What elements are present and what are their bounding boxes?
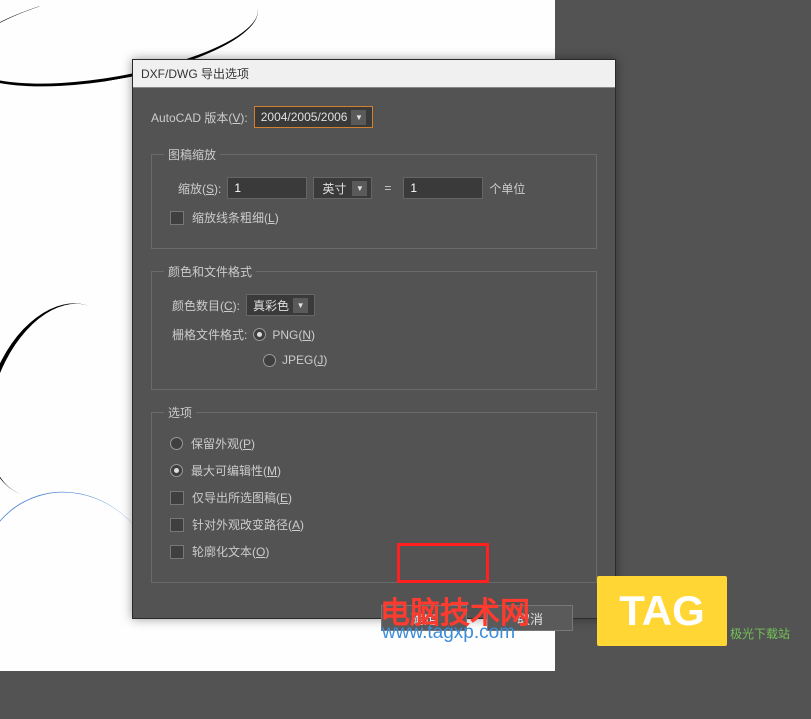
version-dropdown[interactable]: 2004/2005/2006 ▼ [254, 106, 374, 128]
edit-radio[interactable] [170, 464, 183, 477]
version-label: AutoCAD 版本(V): [151, 109, 248, 126]
outline-checkbox[interactable] [170, 545, 184, 559]
lineweight-label: 缩放线条粗细(L) [192, 209, 279, 226]
preserve-label: 保留外观(P) [191, 435, 255, 452]
selected-checkbox[interactable] [170, 491, 184, 505]
colors-value: 真彩色 [253, 297, 289, 314]
colors-dropdown[interactable]: 真彩色 ▼ [246, 294, 315, 316]
edit-label: 最大可编辑性(M) [191, 462, 281, 479]
preserve-radio[interactable] [170, 437, 183, 450]
chevron-down-icon: ▼ [293, 298, 308, 313]
scale-input[interactable] [227, 177, 307, 199]
color-legend: 颜色和文件格式 [164, 263, 256, 280]
options-group: 选项 保留外观(P) 最大可编辑性(M) 仅导出所选图稿(E) [151, 404, 597, 583]
alter-label: 针对外观改变路径(A) [192, 516, 304, 533]
version-value: 2004/2005/2006 [261, 110, 348, 124]
jpeg-radio[interactable] [263, 354, 276, 367]
lineweight-checkbox[interactable] [170, 211, 184, 225]
export-dialog: DXF/DWG 导出选项 AutoCAD 版本(V): 2004/2005/20… [132, 59, 616, 619]
scale-legend: 图稿缩放 [164, 146, 220, 163]
options-legend: 选项 [164, 404, 196, 421]
watermark-sub: 极光下载站 [730, 625, 790, 642]
ratio-input[interactable] [403, 177, 483, 199]
dialog-titlebar[interactable]: DXF/DWG 导出选项 [133, 60, 615, 88]
chevron-down-icon: ▼ [351, 110, 366, 125]
equals-label: = [384, 181, 391, 195]
dialog-title: DXF/DWG 导出选项 [141, 65, 249, 82]
unit-dropdown[interactable]: 英寸 ▼ [313, 177, 372, 199]
watermark-url: www.tagxp.com [382, 622, 515, 644]
outline-label: 轮廓化文本(O) [192, 543, 269, 560]
scale-group: 图稿缩放 缩放(S): 英寸 ▼ = 个单位 缩放线条粗细(L) [151, 146, 597, 249]
scale-label: 缩放(S): [178, 180, 221, 197]
jpeg-label: JPEG(J) [282, 353, 327, 367]
color-group: 颜色和文件格式 颜色数目(C): 真彩色 ▼ 栅格文件格式: PNG(N) [151, 263, 597, 390]
colors-label: 颜色数目(C): [172, 297, 240, 314]
unit-value: 英寸 [322, 180, 346, 197]
alter-checkbox[interactable] [170, 518, 184, 532]
chevron-down-icon: ▼ [352, 181, 367, 196]
watermark-tag: TAG [597, 576, 727, 646]
png-radio[interactable] [253, 328, 266, 341]
png-label: PNG(N) [272, 328, 315, 342]
raster-label: 栅格文件格式: [172, 326, 247, 343]
ratio-suffix: 个单位 [489, 180, 525, 197]
selected-label: 仅导出所选图稿(E) [192, 489, 292, 506]
